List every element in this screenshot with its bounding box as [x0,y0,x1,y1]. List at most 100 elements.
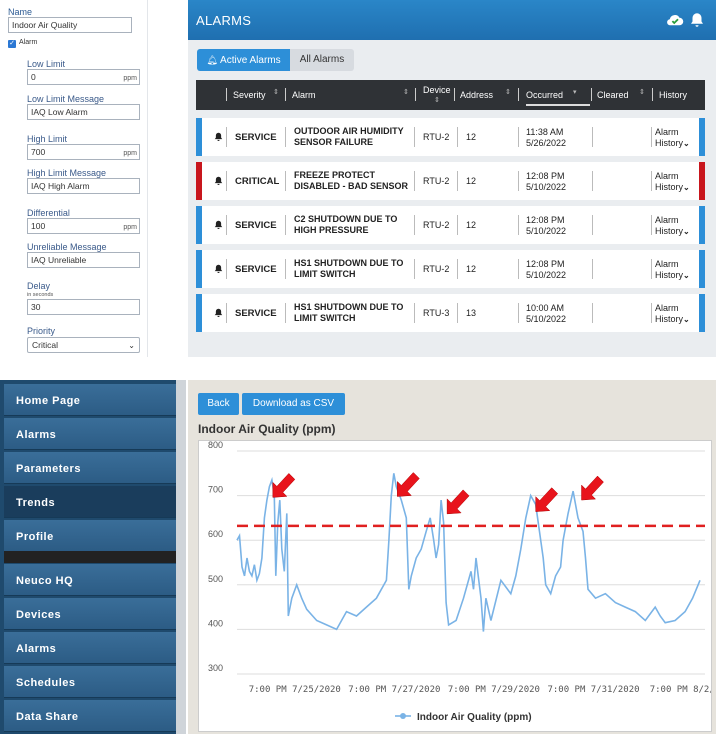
sidebar-scrollbar[interactable] [176,380,186,734]
alarm-history-link[interactable]: Alarm History⌄ [655,303,690,325]
sort-icon[interactable]: ⇕ [505,88,511,96]
high-limit-unit: ppm [123,150,137,157]
occurred-time: 12:08 PM [526,171,565,181]
alarm-row[interactable]: SERVICE HS1 SHUTDOWN DUE TO LIMIT SWITCH RT… [196,294,705,332]
alarm-history-link[interactable]: Alarm History⌄ [655,127,690,149]
column-header-occurred[interactable]: Occurred [526,90,563,100]
high-limit-field[interactable]: 700 ppm [27,144,140,160]
sort-active-indicator [526,104,590,106]
alarm-description-line: OUTDOOR AIR HUMIDITY [294,126,404,136]
column-header-cleared[interactable]: Cleared [597,90,629,100]
low-limit-value: 0 [31,72,36,82]
alarm-row[interactable]: SERVICE C2 SHUTDOWN DUE TO HIGH PRESSURE RT… [196,206,705,244]
name-field[interactable]: Indoor Air Quality [8,17,132,33]
column-header-severity[interactable]: Severity [233,90,266,100]
differential-field[interactable]: 100 ppm [27,218,140,234]
column-header-address[interactable]: Address [460,90,493,100]
unreliable-message-field[interactable]: IAQ Unreliable [27,252,140,268]
chevron-down-icon: ⌄ [683,315,690,324]
y-tick-label: 600 [208,529,223,539]
alarm-history-line: Alarm [655,303,679,313]
y-tick-label: 300 [208,663,223,673]
tab-active-alarms[interactable]: 🔔︎ Active Alarms [197,49,290,71]
alarm-history-line: History [655,182,684,192]
sort-icon[interactable]: ⇕ [639,88,645,96]
legend-label: Indoor Air Quality (ppm) [417,712,532,723]
tab-all-alarms[interactable]: All Alarms [290,49,354,71]
alarm-description: C2 SHUTDOWN DUE TO HIGH PRESSURE [294,214,397,236]
sort-icon[interactable]: ⇕ [403,88,409,96]
y-tick-label: 500 [208,574,223,584]
bell-icon [214,308,223,317]
alarm-history-link[interactable]: Alarm History⌄ [655,259,690,281]
delay-field[interactable]: 30 [27,299,140,315]
low-limit-message-field[interactable]: IAQ Low Alarm [27,104,140,120]
address-cell: 13 [466,308,477,318]
alarm-checkbox[interactable]: ✓ [8,40,16,48]
bell-icon [214,132,223,141]
sort-icon[interactable]: ⇕ [434,96,440,104]
red-arrow-annotation [581,475,604,501]
priority-select[interactable]: Critical ⌄ [27,337,140,353]
cloud-check-icon[interactable] [666,11,684,29]
cell-divider [285,215,286,235]
back-button[interactable]: Back [198,393,239,415]
legend-marker [400,713,406,719]
alarm-settings-form: Name Indoor Air Quality ✓ Alarm Low Limi… [6,0,148,357]
alarm-description-line: LIMIT SWITCH [294,269,356,279]
alarm-row[interactable]: SERVICE HS1 SHUTDOWN DUE TO LIMIT SWITCH RT… [196,250,705,288]
alarm-row[interactable]: SERVICE OUTDOOR AIR HUMIDITY SENSOR FAILUR… [196,118,705,156]
column-header-alarm[interactable]: Alarm [292,90,316,100]
sort-desc-icon[interactable]: ▾ [573,88,577,96]
nav-item-home-page[interactable]: Home Page [4,384,176,416]
cell-divider [414,215,415,235]
column-divider [518,88,519,101]
differential-value: 100 [31,221,46,231]
cell-divider [414,303,415,323]
alarm-history-link[interactable]: Alarm History⌄ [655,171,690,193]
nav-item-data-share[interactable]: Data Share [4,700,176,732]
alarm-history-line: Alarm [655,171,679,181]
download-csv-button[interactable]: Download as CSV [242,393,345,415]
sort-icon[interactable]: ⇕ [273,88,279,96]
cell-divider [592,259,593,279]
nav-item-neuco-hq[interactable]: Neuco HQ [4,564,176,596]
nav-item-site-alarms[interactable]: Alarms [4,632,176,664]
column-header-device[interactable]: Device [423,85,451,95]
column-divider [226,88,227,101]
y-tick-label: 400 [208,618,223,628]
nav-item-alarms[interactable]: Alarms [4,418,176,450]
high-limit-message-label: High Limit Message [27,168,107,178]
cell-divider [414,171,415,191]
low-limit-field[interactable]: 0 ppm [27,69,140,85]
nav-item-profile[interactable]: Profile [4,520,176,552]
nav-item-devices[interactable]: Devices [4,598,176,630]
red-arrow-annotation [446,489,470,515]
alarms-title: ALARMS [196,13,252,28]
alarm-history-link[interactable]: Alarm History⌄ [655,215,690,237]
alarm-row[interactable]: CRITICAL FREEZE PROTECT DISABLED - BAD SEN… [196,162,705,200]
occurred-date: 5/10/2022 [526,226,567,236]
nav-item-schedules[interactable]: Schedules [4,666,176,698]
bell-icon[interactable] [688,11,706,29]
cell-divider [226,259,227,279]
column-header-history[interactable]: History [659,90,687,100]
device-cell: RTU-3 [423,308,450,318]
nav-item-trends[interactable]: Trends [4,486,176,518]
red-arrow-annotation [535,487,559,512]
delay-label: Delay [27,281,51,291]
nav-item-parameters[interactable]: Parameters [4,452,176,484]
cell-divider [651,215,652,235]
trend-chart-svg: 300 400 500 600 700 800 7:00 PM 7/25/2020 7:00 … [208,440,716,723]
occurred-date: 5/26/2022 [526,138,567,148]
alarm-history-line: History [655,138,684,148]
occurred-cell: 12:08 PM 5/10/2022 [526,171,566,193]
cell-divider [457,303,458,323]
occurred-date: 5/10/2022 [526,182,567,192]
y-tick-label: 700 [208,485,223,495]
severity-cell: SERVICE [235,132,277,143]
high-limit-message-field[interactable]: IAQ High Alarm [27,178,140,194]
chevron-down-icon: ⌄ [683,183,690,192]
alarm-history-line: History [655,314,684,324]
cell-divider [226,215,227,235]
